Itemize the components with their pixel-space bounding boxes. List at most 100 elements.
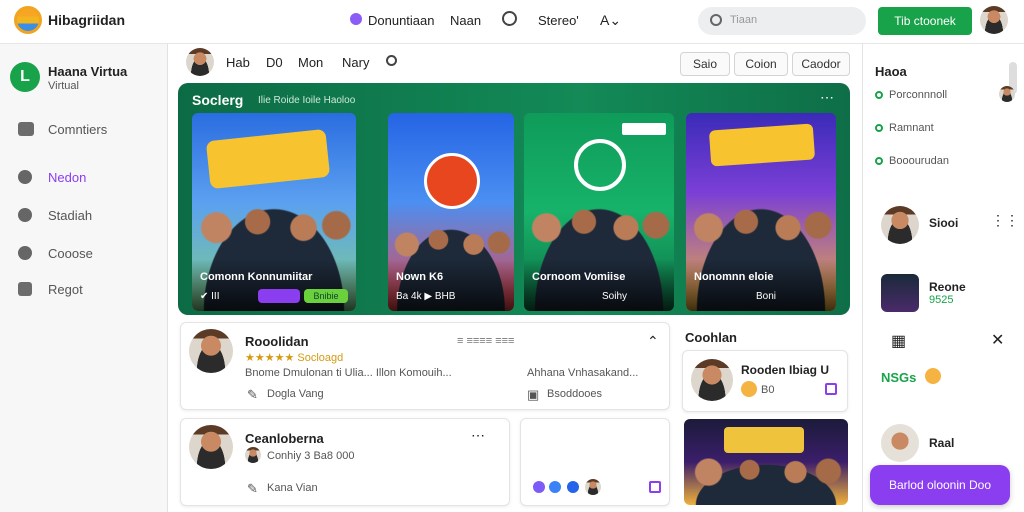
user-sub-1: 9525 (929, 294, 954, 306)
more-options-icon[interactable]: ⋯ (820, 89, 834, 106)
post-avatar[interactable] (189, 329, 233, 373)
grid-icon[interactable]: ⋮⋮ (991, 212, 1019, 229)
mini-avatar (741, 381, 757, 397)
reaction-icon[interactable] (533, 481, 545, 493)
status-dot-icon (875, 91, 883, 99)
feed-button-0[interactable]: Saio (680, 52, 730, 76)
search-icon[interactable] (502, 11, 517, 26)
post-author[interactable]: Ceanloberna (245, 431, 324, 446)
user-avatar[interactable] (881, 274, 919, 312)
tab-2[interactable]: Mon (298, 55, 323, 70)
card-title: Comonn Konnumiitar (200, 271, 313, 283)
tab-0[interactable]: Hab (226, 55, 250, 70)
brand-logo-icon (574, 139, 626, 191)
user-avatar[interactable] (881, 424, 919, 462)
post-avatar[interactable] (189, 425, 233, 469)
status-dot-icon (875, 157, 883, 165)
rightbar-link-2[interactable]: Booourudan (889, 155, 949, 167)
card-title: Cornoom Vomiise (532, 271, 626, 283)
card-title: Nown K6 (396, 271, 444, 283)
card-meta: Ba 4k ▶ BHB (396, 291, 456, 302)
user-name-2[interactable]: Raal (929, 436, 954, 450)
sidebar-item-4[interactable]: Regot (48, 282, 83, 297)
right-feed-item[interactable]: Rooden Ibiag U B0 (682, 350, 848, 412)
rightbar-link-1[interactable]: Ramnant (889, 122, 934, 134)
nav-item-1[interactable]: Naan (450, 13, 481, 28)
featured-card-1[interactable]: Nown K6 Ba 4k ▶ BHB (388, 113, 514, 311)
post-action-left[interactable]: Dogla Vang (267, 388, 324, 400)
card-meta: ✔ III (200, 291, 220, 302)
search-placeholder[interactable]: Tiaan (730, 14, 757, 26)
feed-button-1[interactable]: Coion (734, 52, 788, 76)
compass-icon (18, 170, 32, 184)
post-action-right[interactable]: Bsoddooes (547, 388, 602, 400)
cta-button[interactable]: Tib ctoonek (878, 7, 972, 35)
post-meta: Conhiy 3 Ba8 000 (267, 450, 355, 462)
shield-icon (350, 13, 362, 25)
featured-card-3[interactable]: Nonomnn eloie Boni (686, 113, 836, 311)
card-chip[interactable]: Bnibie (304, 289, 348, 303)
sidebar: L Haana Virtua Virtual Comntiers Nedon S… (0, 44, 168, 512)
search-icon[interactable] (386, 55, 397, 66)
right-feed-image[interactable] (684, 419, 848, 505)
gallery-icon[interactable] (649, 481, 661, 493)
tag-icon: ✎ (247, 481, 258, 496)
profile-icon[interactable]: L (10, 62, 40, 92)
status-dot-icon (875, 124, 883, 132)
banner-subtitle: Ilie Roide Ioile Haoloo (258, 95, 356, 106)
tab-1[interactable]: D0 (266, 55, 283, 70)
card-artwork (205, 128, 331, 190)
sidebar-item-3[interactable]: Cooose (48, 246, 93, 261)
chevron-up-icon[interactable]: ⌃ (647, 333, 659, 350)
mini-avatar (999, 86, 1015, 102)
user-avatar[interactable] (980, 6, 1008, 34)
banner-title: Soclerg (192, 92, 244, 108)
card-people-image (684, 457, 848, 505)
sidebar-item-0[interactable]: Comntiers (48, 122, 107, 137)
report-icon (18, 282, 32, 296)
language-icon[interactable]: A⌄ (600, 12, 621, 29)
post-tag: ≡ ≡≡≡≡ ≡≡≡ (457, 335, 515, 347)
tab-3[interactable]: Nary (342, 55, 369, 70)
post-body: Bnome Dmulonan ti Ulia... Illon Komouih.… (245, 367, 452, 379)
bookmark-icon: ▣ (527, 387, 540, 402)
rightbar-title: Haoa (875, 64, 907, 79)
post-author[interactable]: Rooolidan (245, 334, 309, 349)
app-name: Hibagriidan (48, 12, 126, 28)
profile-sub: Virtual (48, 80, 79, 92)
post-action-left[interactable]: Kana Vian (267, 482, 318, 494)
user-name-0[interactable]: Siooi (929, 216, 958, 230)
tag-icon: ✎ (247, 387, 258, 402)
post-card-1: Ceanloberna ⋯ Conhiy 3 Ba8 000 ✎ Kana Vi… (180, 418, 510, 506)
reaction-panel (520, 418, 670, 506)
featured-card-0[interactable]: Comonn Konnumiitar ✔ III Bnibie (192, 113, 356, 311)
nav-item-2[interactable]: Stereo' (538, 13, 579, 28)
tools-icon[interactable]: ✕ (991, 330, 1004, 350)
search-bar[interactable]: Tiaan (698, 7, 866, 35)
play-logo-icon (424, 153, 480, 209)
sidebar-item-1[interactable]: Nedon (48, 170, 86, 185)
featured-card-2[interactable]: Cornoom Vomiise Soihy (524, 113, 674, 311)
item-avatar (691, 359, 733, 401)
calendar-icon[interactable]: ▦ (891, 331, 906, 351)
more-options-icon[interactable]: ⋯ (471, 427, 485, 444)
mini-avatar (925, 368, 941, 384)
user-avatar[interactable] (881, 206, 919, 244)
feed-button-2[interactable]: Caodor (792, 52, 850, 76)
card-meta: Boni (756, 291, 777, 302)
rightbar-link-0[interactable]: Porconnnoll (889, 89, 947, 101)
app-logo-icon[interactable] (14, 6, 42, 34)
search-icon (710, 14, 722, 26)
user-name-1[interactable]: Reone (929, 280, 966, 294)
mini-avatar (585, 479, 601, 495)
item-title: Rooden Ibiag U (741, 363, 829, 377)
composer-avatar[interactable] (186, 48, 214, 76)
floating-action-button[interactable]: Barlod oloonin Doo (870, 465, 1010, 505)
sidebar-item-2[interactable]: Stadiah (48, 208, 92, 223)
reaction-icon[interactable] (549, 481, 561, 493)
top-bar: Hibagriidan Donuntiaan Naan Stereo' A⌄ T… (0, 0, 1024, 44)
reaction-icon[interactable] (567, 481, 579, 493)
card-chip[interactable] (258, 289, 300, 303)
gallery-icon[interactable] (825, 383, 837, 395)
nav-item-0[interactable]: Donuntiaan (368, 13, 435, 28)
